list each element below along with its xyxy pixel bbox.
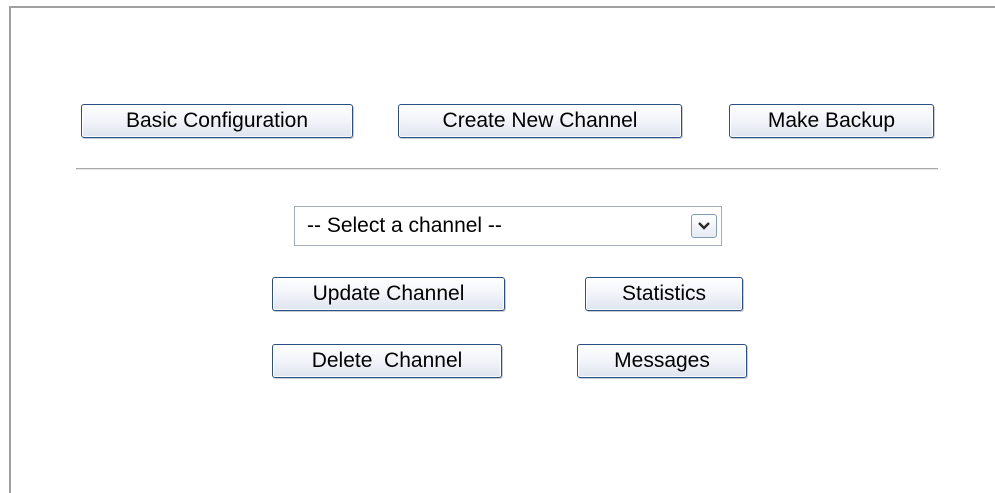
chevron-down-icon[interactable] <box>691 214 717 238</box>
channel-select-value: -- Select a channel -- <box>307 214 502 237</box>
basic-configuration-button[interactable]: Basic Configuration <box>81 104 353 138</box>
make-backup-button[interactable]: Make Backup <box>729 104 934 138</box>
channel-select[interactable]: -- Select a channel -- <box>294 206 722 246</box>
channel-admin-panel <box>9 6 995 493</box>
statistics-button[interactable]: Statistics <box>585 277 743 311</box>
create-new-channel-button[interactable]: Create New Channel <box>398 104 682 138</box>
update-channel-button[interactable]: Update Channel <box>272 277 505 311</box>
delete-channel-button[interactable]: Delete Channel <box>272 344 502 378</box>
section-divider <box>76 168 938 170</box>
messages-button[interactable]: Messages <box>577 344 747 378</box>
